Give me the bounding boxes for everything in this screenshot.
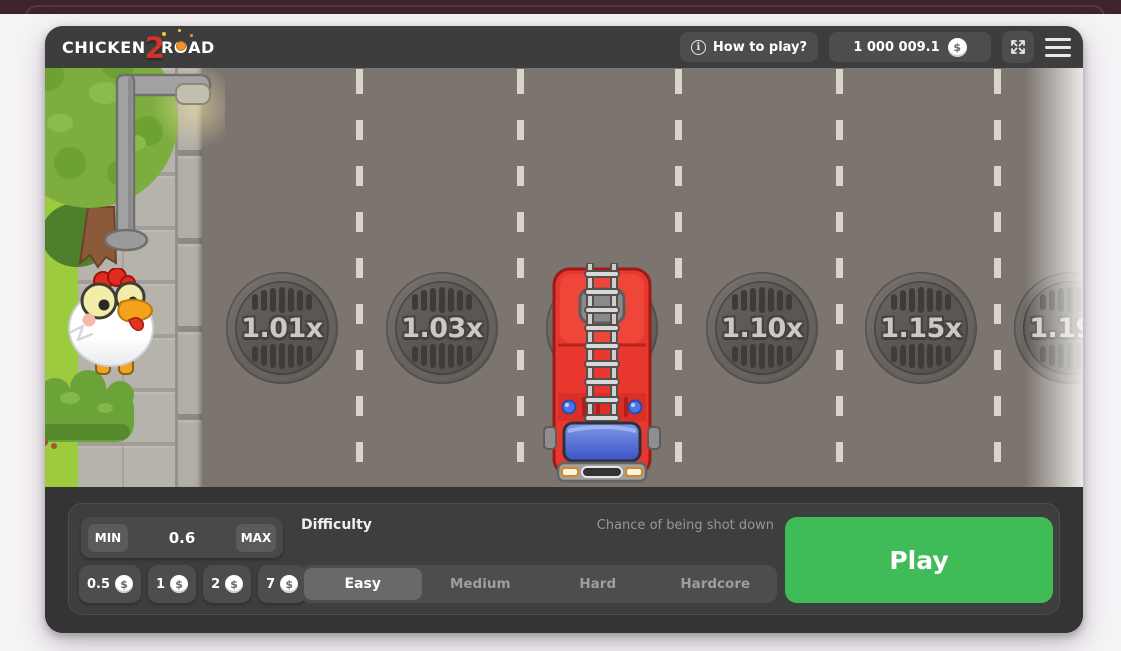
difficulty-option-hardcore[interactable]: Hardcore (657, 568, 775, 600)
browser-top-strip (0, 0, 1121, 14)
lane-divider (517, 68, 524, 487)
menu-button[interactable] (1045, 31, 1071, 63)
info-icon: i (691, 40, 706, 55)
bet-min-button[interactable]: MIN (88, 524, 128, 552)
quick-bet-amount: 7 (266, 577, 275, 592)
balance-value: 1 000 009.1 (853, 40, 939, 55)
fire-truck (542, 263, 662, 487)
quick-bet-7[interactable]: 7$ (258, 565, 306, 603)
lane-divider (994, 68, 1001, 487)
difficulty-option-hard[interactable]: Hard (539, 568, 657, 600)
quick-bet-amount: 2 (211, 577, 220, 592)
browser-frame-outline (25, 5, 1105, 14)
logo-text-2: 2 (145, 34, 165, 63)
playfield: 1.01x (45, 68, 1083, 487)
logo-text-ad: AD (188, 38, 215, 57)
fullscreen-button[interactable] (1002, 31, 1034, 63)
quick-bet-1[interactable]: 1$ (148, 565, 196, 603)
logo-text-chicken: CHICKEN (62, 38, 146, 57)
fullscreen-expand-icon (1009, 38, 1027, 56)
difficulty-selector: EasyMediumHardHardcore (301, 565, 777, 603)
game-window: CHICKEN2ROAD i How to play? 1 000 009.1 … (45, 26, 1083, 633)
difficulty-label: Difficulty (301, 517, 372, 533)
balance-display: 1 000 009.1 $ (829, 32, 991, 62)
bet-amount-control: MIN 0.6 MAX (81, 517, 283, 558)
bet-max-button[interactable]: MAX (236, 524, 276, 552)
chance-label: Chance of being shot down (489, 518, 774, 533)
manhole-multiplier: 1.01x (225, 271, 339, 385)
lane-divider (836, 68, 843, 487)
difficulty-option-medium[interactable]: Medium (422, 568, 540, 600)
control-panel: MIN 0.6 MAX 0.5$1$2$7$ Difficulty Chance… (68, 503, 1060, 615)
quick-bet-amount: 0.5 (87, 577, 110, 592)
quick-bet-2[interactable]: 2$ (203, 565, 251, 603)
logo-text-o: O (174, 38, 188, 57)
difficulty-option-easy[interactable]: Easy (304, 568, 422, 600)
control-bar: MIN 0.6 MAX 0.5$1$2$7$ Difficulty Chance… (45, 487, 1083, 633)
coin-icon: $ (170, 575, 188, 593)
coin-icon: $ (948, 38, 967, 57)
coin-icon: $ (280, 575, 298, 593)
game-header: CHICKEN2ROAD i How to play? 1 000 009.1 … (45, 26, 1083, 68)
quick-bet-row: 0.5$1$2$7$ (79, 565, 306, 603)
how-to-play-label: How to play? (713, 40, 807, 55)
right-edge-fade (1025, 68, 1083, 487)
bet-value[interactable]: 0.6 (169, 529, 196, 547)
logo-confetti-icon (190, 34, 193, 37)
chicken (59, 268, 171, 380)
how-to-play-button[interactable]: i How to play? (680, 32, 818, 62)
play-button[interactable]: Play (785, 517, 1053, 603)
logo: CHICKEN2ROAD (62, 26, 215, 68)
lane-divider (356, 68, 363, 487)
quick-bet-0.5[interactable]: 0.5 $ (79, 565, 141, 603)
quick-bet-amount: 1 (156, 577, 165, 592)
coin-icon: $ (115, 575, 133, 593)
manhole-multiplier: 1.10x (705, 271, 819, 385)
bush (45, 368, 160, 487)
manhole-multiplier: 1.15x (864, 271, 978, 385)
street-lamp (100, 68, 225, 263)
logo-chick-icon (176, 41, 186, 51)
lane-divider (675, 68, 682, 487)
coin-icon: $ (225, 575, 243, 593)
logo-confetti-icon (178, 29, 181, 32)
manhole-multiplier: 1.03x (385, 271, 499, 385)
